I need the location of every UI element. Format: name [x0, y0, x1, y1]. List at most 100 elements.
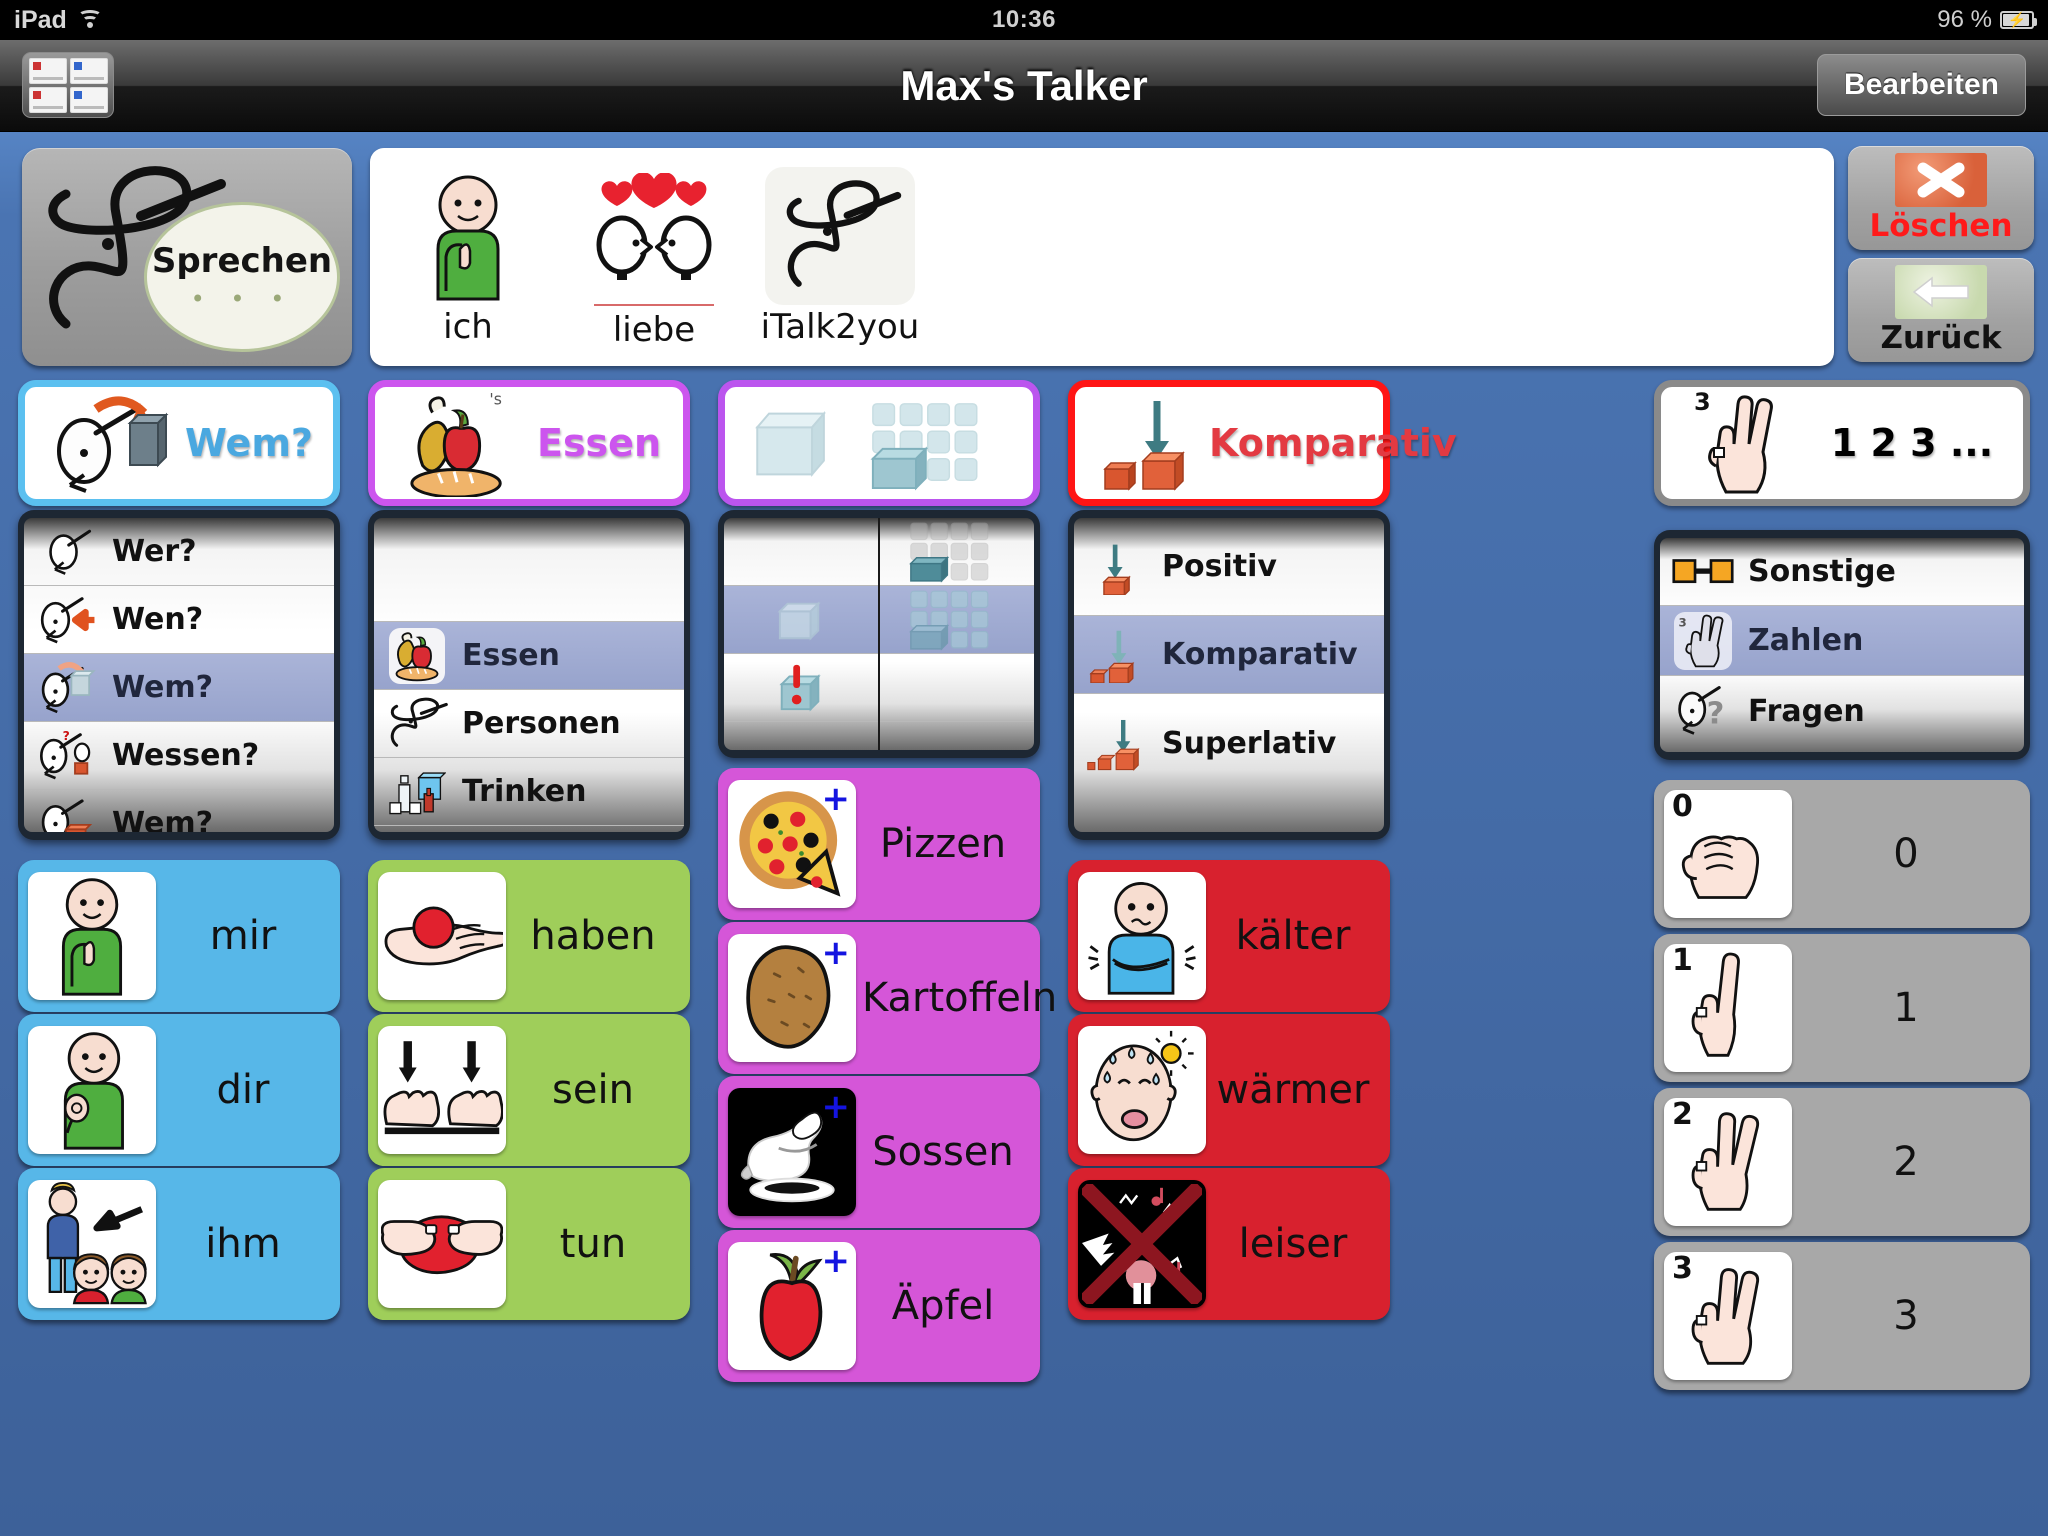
word-cell-sein[interactable]: sein: [368, 1014, 690, 1166]
picker-row-selected[interactable]: Komparativ: [1074, 616, 1384, 694]
sentence-item[interactable]: ich: [384, 167, 552, 347]
hand-two-fingers-icon: 2: [1664, 1098, 1792, 1226]
hot-person-sweating-icon: [1078, 1026, 1206, 1154]
word-cell-waermer[interactable]: wärmer: [1068, 1014, 1390, 1166]
picker-row[interactable]: Personen: [374, 690, 684, 758]
picker-row[interactable]: [374, 518, 684, 622]
category-tab-komparativ[interactable]: Komparativ: [1068, 380, 1457, 506]
picker-column[interactable]: [880, 518, 1034, 750]
speak-button[interactable]: Sprechen • • •: [22, 148, 352, 366]
picker-row[interactable]: [724, 518, 878, 586]
category-tab-essen[interactable]: 's Essen: [368, 380, 690, 506]
topic-picker[interactable]: Sonstige 3 Zahlen ? Fragen: [1654, 530, 2030, 760]
number-badge: 3: [1672, 1252, 1693, 1286]
picker-row[interactable]: ? Fragen: [1660, 676, 2024, 746]
plus-badge: +: [821, 934, 851, 973]
picker-column[interactable]: [724, 518, 880, 750]
ice-cubes-singular-plural-icon: [739, 391, 995, 495]
picker-row[interactable]: Superlativ: [1074, 694, 1384, 792]
no-loud-noise-icon: [1078, 1180, 1206, 1308]
edit-button[interactable]: Bearbeiten: [1816, 54, 2026, 116]
sentence-item-underline: [594, 304, 714, 306]
picker-row[interactable]: [724, 654, 878, 722]
picker-row[interactable]: Wem?: [24, 790, 334, 832]
picker-row[interactable]: Positiv: [1074, 518, 1384, 616]
svg-text:3: 3: [1694, 388, 1711, 416]
picker-row[interactable]: Sonstige: [1660, 538, 2024, 606]
word-cell-tun[interactable]: tun: [368, 1168, 690, 1320]
category-picker[interactable]: Essen Personen Trinken: [368, 510, 690, 840]
picker-row[interactable]: Wen?: [24, 586, 334, 654]
speech-bubble: Sprechen • • •: [144, 202, 340, 352]
picker-row[interactable]: [880, 654, 1034, 722]
ice-cubes-many-icon: [907, 522, 1007, 583]
hand-one-finger-icon: 1: [1664, 944, 1792, 1072]
word-cell-leiser[interactable]: leiser: [1068, 1168, 1390, 1320]
nav-bar: Max's Talker Bearbeiten: [0, 40, 2048, 132]
category-tab-number[interactable]: [718, 380, 1040, 506]
word-cell-label: sein: [552, 1067, 634, 1113]
word-cell-aepfel[interactable]: + Äpfel: [718, 1230, 1040, 1382]
picker-row-label: Wem?: [112, 806, 214, 832]
category-label: Komparativ: [1209, 421, 1457, 465]
word-cell-label: 0: [1893, 831, 1919, 877]
picker-row-selected[interactable]: 3 Zahlen: [1660, 606, 2024, 676]
picker-row[interactable]: Wer?: [24, 518, 334, 586]
word-cell-kaelter[interactable]: kälter: [1068, 860, 1390, 1012]
case-picker[interactable]: Wer? Wen? Wem? ? Wessen? Wem?: [18, 510, 340, 840]
sentence-bar[interactable]: ich liebe iTalk2you: [370, 148, 1834, 366]
head-arrow-to-box-icon: [39, 391, 179, 495]
picker-row-label: Sonstige: [1748, 554, 1896, 589]
sentence-item[interactable]: liebe: [570, 164, 738, 350]
category-tab-wem[interactable]: Wem?: [18, 380, 340, 506]
speak-dots: • • •: [190, 285, 294, 313]
picker-row-selected[interactable]: [724, 586, 878, 654]
word-cell-number-2[interactable]: 2 2: [1654, 1088, 2030, 1236]
word-cell-number-3[interactable]: 3 3: [1654, 1242, 2030, 1390]
word-cell-ihm[interactable]: ihm: [18, 1168, 340, 1320]
left-arrow-on-green-icon: [1895, 264, 1987, 319]
word-cell-label: Äpfel: [891, 1283, 995, 1329]
word-cell-mir[interactable]: mir: [18, 860, 340, 1012]
word-cell-label: kälter: [1235, 913, 1351, 959]
page-title: Max's Talker: [900, 61, 1148, 109]
word-cell-sossen[interactable]: + Sossen: [718, 1076, 1040, 1228]
picker-row[interactable]: ? Wessen?: [24, 722, 334, 790]
comparison-picker[interactable]: Positiv Komparativ Superlativ: [1068, 510, 1390, 840]
white-x-on-orange-icon: [1895, 152, 1987, 207]
word-cell-number-0[interactable]: 0 0: [1654, 780, 2030, 928]
word-cell-label: wärmer: [1216, 1067, 1370, 1113]
pizza-icon: +: [728, 780, 856, 908]
picker-row-label: Positiv: [1162, 549, 1277, 584]
word-cell-number-1[interactable]: 1 1: [1654, 934, 2030, 1082]
word-cell-kartoffeln[interactable]: + Kartoffeln: [718, 922, 1057, 1074]
picker-row[interactable]: Trinken: [374, 758, 684, 826]
category-tab-zahlen[interactable]: 3 1 2 3 ...: [1654, 380, 2030, 506]
hand-three-fingers-icon: 3: [1675, 388, 1815, 495]
ice-cube-single-icon: [770, 591, 832, 649]
picker-row-selected[interactable]: [880, 586, 1034, 654]
hand-holding-ball-icon: [378, 872, 506, 1000]
delete-button[interactable]: Löschen: [1848, 146, 2034, 250]
word-cell-dir[interactable]: dir: [18, 1014, 340, 1166]
arrow-down-two-red-cubes-icon: [1089, 391, 1209, 495]
head-red-arrow-icon: [36, 591, 98, 649]
word-cell-label: ihm: [205, 1221, 281, 1267]
cold-person-shivering-icon: [1078, 872, 1206, 1000]
word-cell-pizzen[interactable]: + Pizzen: [718, 768, 1040, 920]
status-bar: iPad 10:36 96 % ⚡: [0, 0, 2048, 40]
sentence-item[interactable]: iTalk2you: [756, 167, 924, 347]
number-form-picker[interactable]: [718, 510, 1040, 758]
picker-row-selected[interactable]: Essen: [374, 622, 684, 690]
two-orange-squares-icon: [1672, 543, 1734, 601]
picker-row-selected[interactable]: Wem?: [24, 654, 334, 722]
picker-row-label: Personen: [462, 706, 621, 741]
back-button[interactable]: Zurück: [1848, 258, 2034, 362]
person-pointing-self-icon: [28, 872, 156, 1000]
picker-row[interactable]: [880, 518, 1034, 586]
hand-three-fingers-icon: 3: [1672, 611, 1734, 670]
number-badge: 2: [1672, 1098, 1693, 1132]
plus-badge: +: [821, 1088, 851, 1127]
word-cell-label: Kartoffeln: [862, 975, 1058, 1021]
word-cell-haben[interactable]: haben: [368, 860, 690, 1012]
